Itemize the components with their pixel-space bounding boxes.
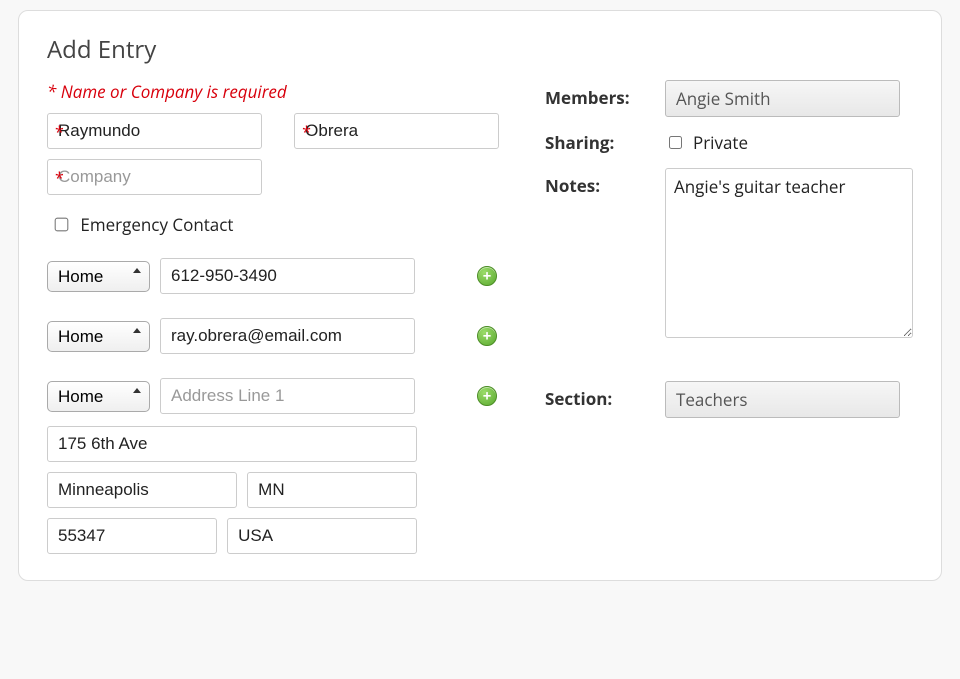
city-input[interactable] (47, 472, 237, 508)
plus-icon: + (483, 269, 492, 284)
address-type-select[interactable]: Home (47, 381, 150, 412)
add-phone-button[interactable]: + (477, 266, 497, 286)
private-checkbox[interactable] (669, 136, 682, 149)
company-input[interactable] (47, 159, 262, 195)
first-name-input[interactable] (47, 113, 262, 149)
section-label: Section: (545, 381, 665, 410)
section-select[interactable]: Teachers (665, 381, 900, 418)
sharing-label: Sharing: (545, 131, 665, 154)
phone-type-select[interactable]: Home (47, 261, 150, 292)
phone-input[interactable] (160, 258, 415, 294)
members-select[interactable]: Angie Smith (665, 80, 900, 117)
emergency-contact-checkbox[interactable] (55, 218, 69, 232)
left-column: * Name or Company is required * * * (47, 80, 535, 554)
add-address-button[interactable]: + (477, 386, 497, 406)
last-name-input[interactable] (294, 113, 499, 149)
plus-icon: + (483, 389, 492, 404)
address-line2-input[interactable] (47, 426, 417, 462)
zip-input[interactable] (47, 518, 217, 554)
members-label: Members: (545, 80, 665, 109)
notes-label: Notes: (545, 168, 665, 197)
email-type-select[interactable]: Home (47, 321, 150, 352)
email-input[interactable] (160, 318, 415, 354)
required-note: * Name or Company is required (47, 80, 535, 103)
notes-textarea[interactable] (665, 168, 913, 338)
plus-icon: + (483, 329, 492, 344)
emergency-contact-text: Emergency Contact (80, 213, 233, 236)
page-title: Add Entry (47, 33, 913, 66)
add-email-button[interactable]: + (477, 326, 497, 346)
address-line1-input[interactable] (160, 378, 415, 414)
emergency-contact-label[interactable]: Emergency Contact (51, 213, 233, 236)
private-label: Private (693, 131, 748, 154)
add-entry-panel: Add Entry * Name or Company is required … (18, 10, 942, 581)
state-input[interactable] (247, 472, 417, 508)
country-input[interactable] (227, 518, 417, 554)
right-column: Members: Angie Smith Sharing: Private No… (535, 80, 913, 554)
